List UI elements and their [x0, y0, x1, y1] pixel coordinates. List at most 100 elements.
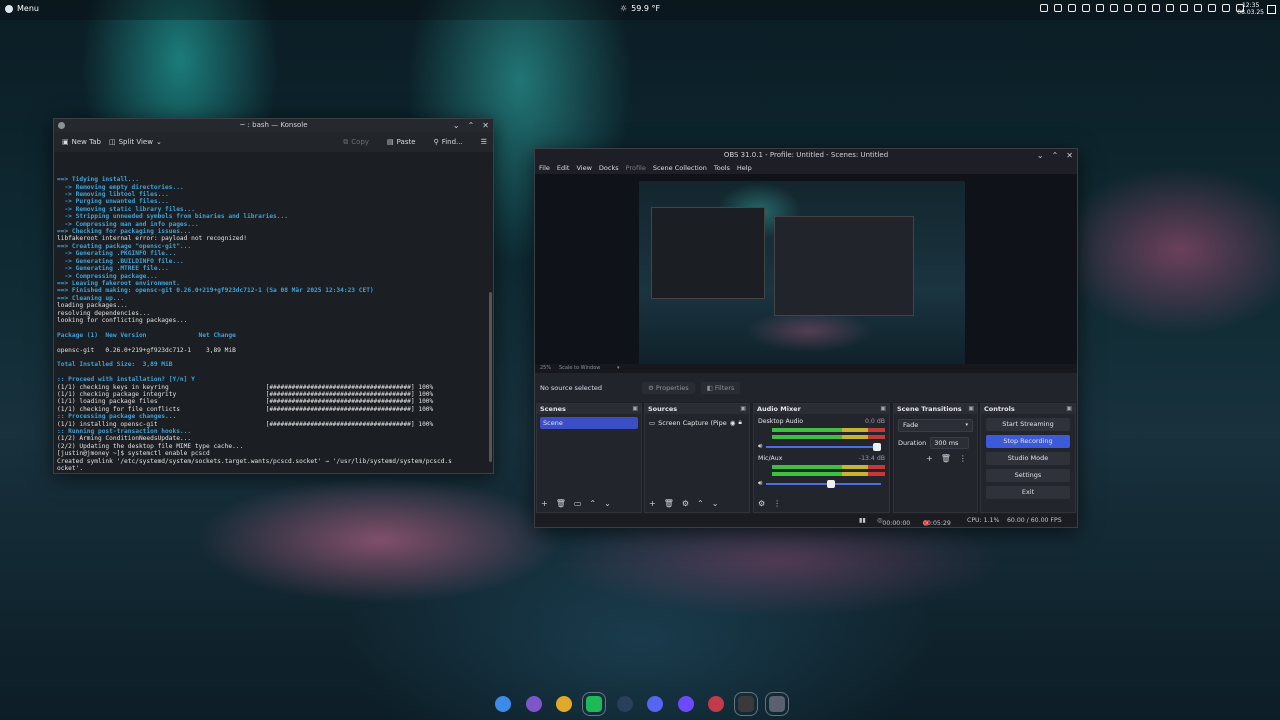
volume-slider-knob[interactable]: [873, 442, 881, 451]
trash-icon[interactable]: 🗑: [556, 499, 566, 508]
terminal-output[interactable]: ==> Tidying install... -> Removing empty…: [54, 152, 493, 472]
menu-help[interactable]: Help: [737, 164, 752, 172]
tray-icon-6[interactable]: [1110, 4, 1118, 12]
chrome-icon[interactable]: [555, 696, 572, 712]
add-icon[interactable]: +: [649, 499, 656, 508]
speaker-icon[interactable]: 🔊︎: [758, 442, 762, 451]
taskbar-dock: [488, 690, 792, 718]
show-desktop-button[interactable]: [1267, 5, 1276, 14]
dock-options-icon[interactable]: ▣: [632, 404, 638, 414]
volume-slider-knob[interactable]: [827, 479, 836, 488]
kebab-menu-icon[interactable]: ⋮: [959, 454, 967, 463]
spotify-icon[interactable]: [582, 692, 607, 716]
app-red-icon[interactable]: [707, 696, 724, 712]
browser-icon[interactable]: [525, 696, 542, 712]
obs-icon[interactable]: [734, 692, 759, 716]
move-up-icon[interactable]: ⌃: [589, 499, 596, 508]
application-menu-button[interactable]: Menu: [5, 4, 39, 13]
duration-input[interactable]: 300 ms: [930, 437, 970, 449]
finder-icon[interactable]: [495, 696, 512, 712]
wifi-icon[interactable]: [1222, 4, 1230, 12]
maximize-icon[interactable]: ⌃: [1052, 149, 1059, 162]
move-down-icon[interactable]: ⌄: [604, 499, 611, 508]
bluetooth-icon[interactable]: [1180, 4, 1188, 12]
start-streaming-button[interactable]: Start Streaming: [986, 418, 1070, 431]
add-icon[interactable]: +: [541, 499, 548, 508]
source-item[interactable]: ▭ Screen Capture (Pipe ◉ 🔒︎: [649, 418, 745, 427]
lock-icon[interactable]: 🔒︎: [738, 418, 741, 427]
microphone-icon[interactable]: [1208, 4, 1216, 12]
dock-options-icon[interactable]: ▣: [968, 404, 974, 414]
filters-button[interactable]: ◧ Filters: [700, 381, 741, 394]
steam-icon[interactable]: [616, 696, 633, 712]
trash-icon[interactable]: 🗑: [941, 454, 951, 463]
gear-icon[interactable]: ⚙: [682, 499, 689, 508]
volume-icon[interactable]: [1194, 4, 1202, 12]
advanced-audio-icon[interactable]: ⚙: [758, 499, 765, 508]
tray-icon-4[interactable]: [1082, 4, 1090, 12]
copy-button[interactable]: ⧉ Copy: [343, 138, 369, 147]
volume-slider[interactable]: [766, 479, 881, 488]
tray-icon-8[interactable]: [1138, 4, 1146, 12]
speaker-icon[interactable]: 🔊︎: [758, 479, 762, 488]
tray-icon-3[interactable]: [1068, 4, 1076, 12]
obs-titlebar[interactable]: OBS 31.0.1 - Profile: Untitled - Scenes:…: [535, 149, 1077, 162]
controls-title: Controls: [984, 405, 1015, 413]
settings-button[interactable]: Settings: [986, 469, 1070, 482]
menu-view[interactable]: View: [576, 164, 591, 172]
menu-edit[interactable]: Edit: [557, 164, 570, 172]
tray-icon-5[interactable]: [1096, 4, 1104, 12]
obs-window: OBS 31.0.1 - Profile: Untitled - Scenes:…: [534, 148, 1078, 528]
clock[interactable]: 12:35 08.03.25: [1237, 2, 1264, 16]
properties-button[interactable]: ⚙ Properties: [642, 381, 695, 394]
chevron-down-icon[interactable]: ▾: [617, 365, 620, 371]
dock-options-icon[interactable]: ▣: [880, 404, 886, 414]
scene-filter-icon[interactable]: ▭: [574, 499, 582, 508]
move-down-icon[interactable]: ⌄: [712, 499, 719, 508]
exit-button[interactable]: Exit: [986, 486, 1070, 499]
move-up-icon[interactable]: ⌃: [697, 499, 704, 508]
stop-recording-button[interactable]: Stop Recording: [986, 435, 1070, 448]
menu-tools[interactable]: Tools: [714, 164, 730, 172]
new-tab-button[interactable]: ▣ New Tab: [62, 138, 101, 146]
add-icon[interactable]: +: [926, 454, 933, 463]
find-button[interactable]: ⚲ Find...: [434, 138, 463, 146]
scene-item[interactable]: Scene: [540, 417, 638, 429]
zoom-level[interactable]: 25%: [540, 365, 551, 371]
konsole-icon[interactable]: [764, 692, 789, 716]
discord-icon[interactable]: [647, 696, 664, 712]
konsole-titlebar[interactable]: ~ : bash — Konsole ⌄ ⌃ ✕: [54, 119, 493, 132]
obs-preview[interactable]: [535, 174, 1077, 364]
dock-options-icon[interactable]: ▣: [740, 404, 746, 414]
menu-file[interactable]: File: [539, 164, 550, 172]
menu-profile[interactable]: Profile: [626, 164, 646, 172]
weather-widget[interactable]: ☼ 59.9 °F: [620, 4, 660, 13]
tray-icon-7[interactable]: [1124, 4, 1132, 12]
minimize-icon[interactable]: ⌄: [1037, 149, 1044, 162]
tray-icon-2[interactable]: [1054, 4, 1062, 12]
tray-icon-1[interactable]: [1040, 4, 1048, 12]
paste-button[interactable]: ▤ Paste: [387, 138, 416, 146]
hamburger-menu-button[interactable]: ☰: [481, 138, 487, 146]
menu-docks[interactable]: Docks: [599, 164, 619, 172]
terminal-scrollbar[interactable]: [489, 292, 492, 462]
dock-options-icon[interactable]: ▣: [1066, 404, 1072, 414]
menu-label: Menu: [17, 4, 39, 13]
close-icon[interactable]: ✕: [1066, 149, 1073, 162]
studio-mode-button[interactable]: Studio Mode: [986, 452, 1070, 465]
trash-icon[interactable]: 🗑: [664, 499, 674, 508]
close-icon[interactable]: ✕: [482, 119, 489, 132]
split-view-button[interactable]: ◫ Split View ⌄: [109, 138, 162, 146]
maximize-icon[interactable]: ⌃: [468, 119, 475, 132]
terminal-line: -> Generating .BUILDINFO file...: [57, 257, 184, 265]
menu-scene-collection[interactable]: Scene Collection: [653, 164, 707, 172]
scale-mode-select[interactable]: Scale to Window: [559, 365, 600, 371]
eye-icon[interactable]: ◉: [730, 419, 736, 427]
transition-select[interactable]: Fade ▾: [898, 419, 973, 432]
volume-slider[interactable]: [766, 442, 881, 451]
tray-icon-9[interactable]: [1152, 4, 1160, 12]
minimize-icon[interactable]: ⌄: [453, 119, 460, 132]
proton-icon[interactable]: [677, 696, 694, 712]
kebab-menu-icon[interactable]: ⋮: [773, 499, 781, 508]
tray-icon-10[interactable]: [1166, 4, 1174, 12]
